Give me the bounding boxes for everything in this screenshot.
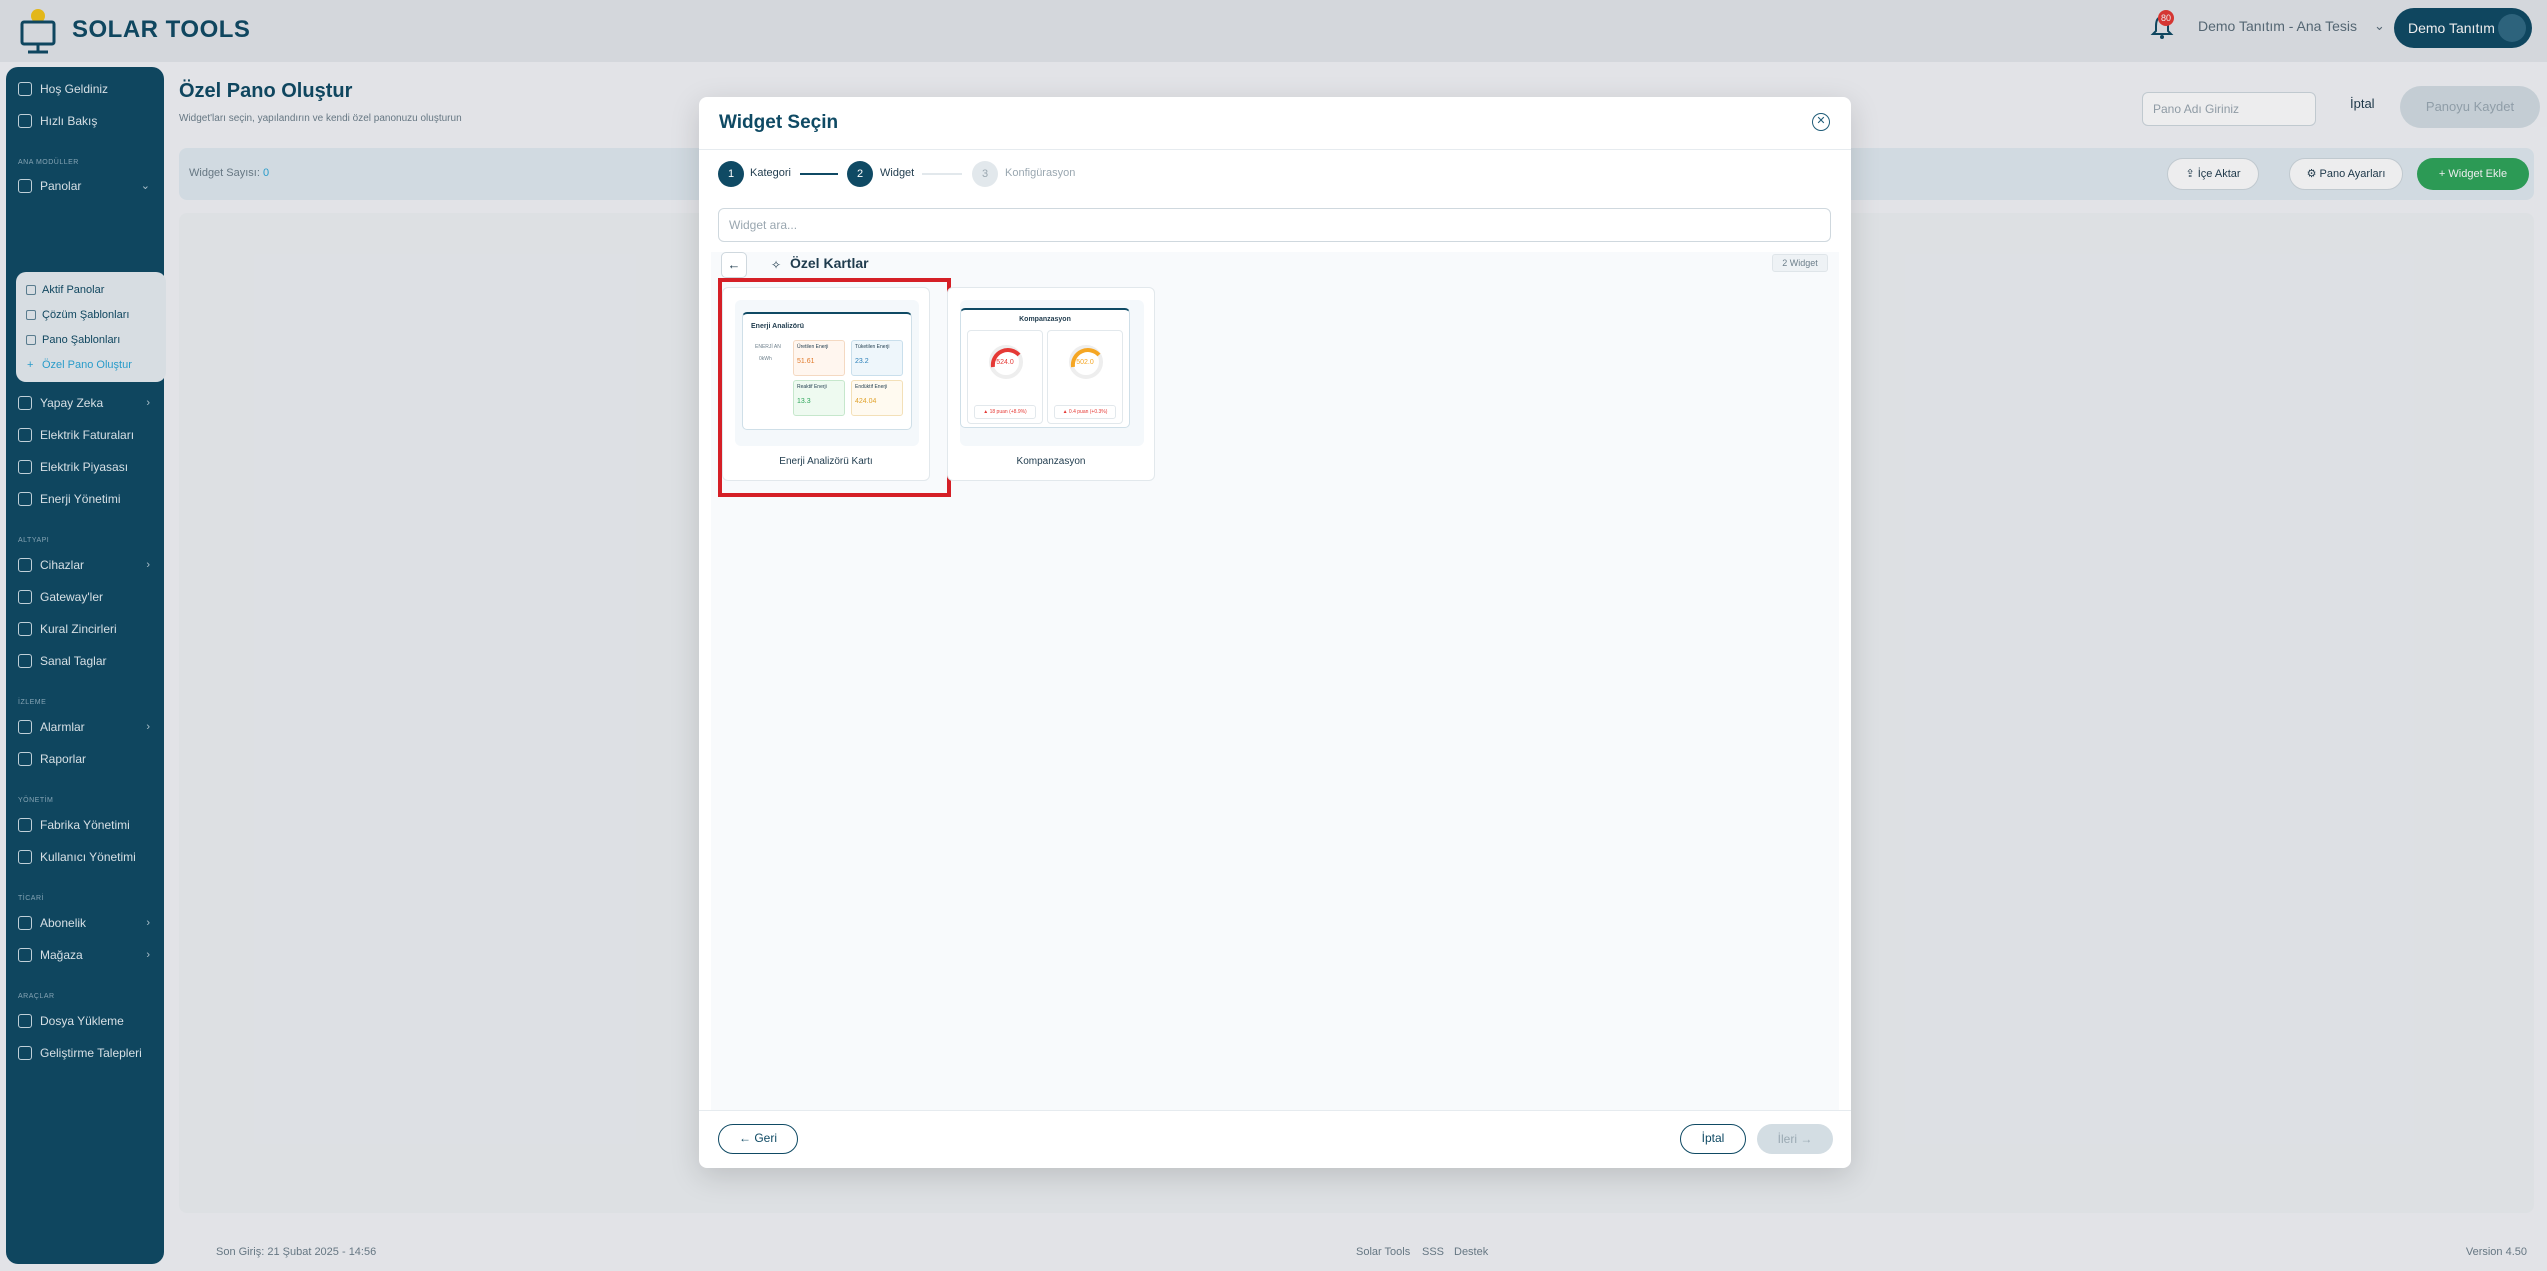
step-connector: [922, 173, 962, 175]
step-1-indicator: 1: [718, 161, 744, 187]
step-2-indicator: 2: [847, 161, 873, 187]
gauge-value: 502.0: [1076, 359, 1094, 366]
back-button[interactable]: ← Geri: [718, 1124, 798, 1154]
modal-title: Widget Seçin: [719, 112, 839, 133]
widget-count-badge: 2 Widget: [1772, 254, 1828, 272]
gauge-value: 524.0: [996, 359, 1014, 366]
gauge-stat: ▲ 0.4 puan (+0.3%): [1054, 405, 1116, 419]
widget-card-kompanzasyon[interactable]: Kompanzasyon 524.0 ▲ 18 puan (+8.9%) 502…: [947, 287, 1155, 481]
widget-preview: Kompanzasyon 524.0 ▲ 18 puan (+8.9%) 502…: [960, 300, 1144, 446]
widget-select-modal: Widget Seçin ✕ 1 Kategori 2 Widget 3 Kon…: [699, 97, 1851, 1168]
gauge-panel: 524.0 ▲ 18 puan (+8.9%): [967, 330, 1043, 424]
widget-search-input[interactable]: Widget ara...: [718, 208, 1831, 242]
step-connector: [800, 173, 838, 175]
preview-card: Kompanzasyon 524.0 ▲ 18 puan (+8.9%) 502…: [960, 308, 1130, 428]
divider: [699, 149, 1851, 150]
gauge-panel: 502.0 ▲ 0.4 puan (+0.3%): [1047, 330, 1123, 424]
close-icon[interactable]: ✕: [1812, 113, 1830, 131]
step-3-indicator: 3: [972, 161, 998, 187]
widget-card-label: Kompanzasyon: [1016, 456, 1086, 467]
gauge-stat: ▲ 18 puan (+8.9%): [974, 405, 1036, 419]
divider: [699, 1110, 1851, 1111]
cancel-button[interactable]: İptal: [1680, 1124, 1746, 1154]
selection-highlight: [718, 278, 951, 497]
sparkle-icon: ✧: [771, 258, 782, 272]
next-button[interactable]: İleri →: [1757, 1124, 1833, 1154]
preview-title: Kompanzasyon: [1019, 316, 1071, 323]
step-3-label: Konfigürasyon: [1005, 167, 1076, 179]
step-2-label: Widget: [880, 167, 915, 179]
back-arrow-icon[interactable]: ←: [721, 252, 747, 278]
category-title: Özel Kartlar: [790, 255, 869, 271]
step-1-label: Kategori: [750, 167, 791, 179]
widget-list-area: ← ✧ Özel Kartlar 2 Widget Enerji Analizö…: [711, 252, 1839, 1110]
